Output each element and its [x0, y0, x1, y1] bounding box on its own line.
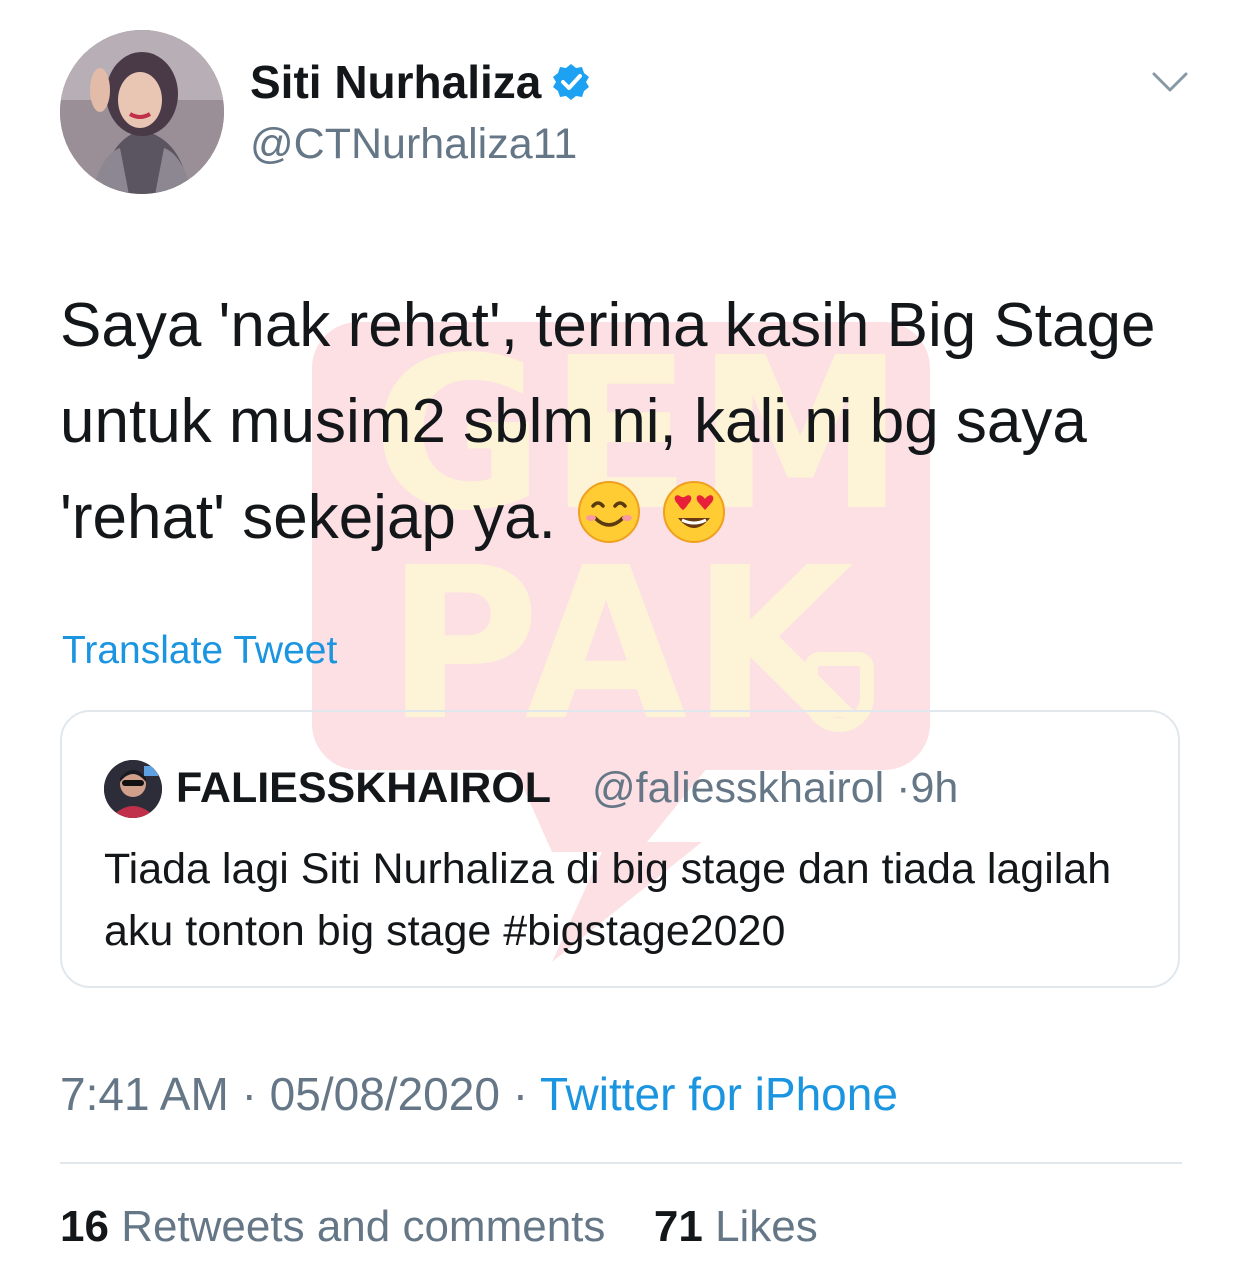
tweet-source-link[interactable]: Twitter for iPhone	[540, 1068, 898, 1120]
translate-tweet-link[interactable]: Translate Tweet	[62, 628, 337, 674]
retweets-stat[interactable]: 16 Retweets and comments	[60, 1202, 618, 1251]
tweet-stats: 16 Retweets and comments 71 Likes	[60, 1200, 818, 1254]
retweets-label: Retweets and comments	[121, 1202, 606, 1251]
tweet-text: Saya 'nak rehat', terima kasih Big Stage…	[60, 278, 1190, 566]
quoted-author-name[interactable]: FALIESSKHAIROL	[176, 762, 551, 814]
smiling-face-emoji-icon	[578, 481, 641, 543]
quoted-tweet-card[interactable]: FALIESSKHAIROL @faliesskhairol ·9h Tiada…	[60, 710, 1180, 988]
meta-separator-1: ·	[241, 1068, 257, 1120]
avatar-image	[60, 30, 224, 194]
chevron-down-icon[interactable]	[1150, 62, 1190, 102]
tweet-date[interactable]: 05/08/2020	[270, 1068, 500, 1120]
quoted-author-meta: @faliesskhairol ·9h	[592, 762, 958, 814]
author-display-name[interactable]: Siti Nurhaliza	[250, 54, 541, 110]
meta-separator-2: ·	[512, 1068, 529, 1120]
quoted-separator: ·	[896, 764, 911, 812]
likes-label: Likes	[715, 1202, 818, 1251]
quoted-tweet-text: Tiada lagi Siti Nurhaliza di big stage d…	[104, 845, 1112, 955]
divider	[60, 1162, 1182, 1164]
quoted-author-handle[interactable]: @faliesskhairol	[592, 764, 884, 812]
quoted-time[interactable]: 9h	[910, 764, 958, 812]
tweet-time[interactable]: 7:41 AM	[60, 1068, 229, 1120]
verified-badge-icon	[553, 64, 590, 100]
retweets-count: 16	[60, 1202, 109, 1251]
author-name-row[interactable]: Siti Nurhaliza	[250, 54, 591, 110]
quoted-avatar-image	[104, 760, 162, 818]
author-avatar[interactable]	[60, 30, 224, 194]
heart-eyes-emoji-icon	[663, 481, 726, 543]
author-handle[interactable]: @CTNurhaliza11	[250, 118, 577, 170]
quoted-author-avatar	[104, 760, 162, 818]
tweet-meta: 7:41 AM · 05/08/2020 · Twitter for iPhon…	[60, 1066, 898, 1122]
likes-count: 71	[653, 1202, 703, 1251]
likes-stat[interactable]: 71 Likes	[654, 1202, 818, 1251]
